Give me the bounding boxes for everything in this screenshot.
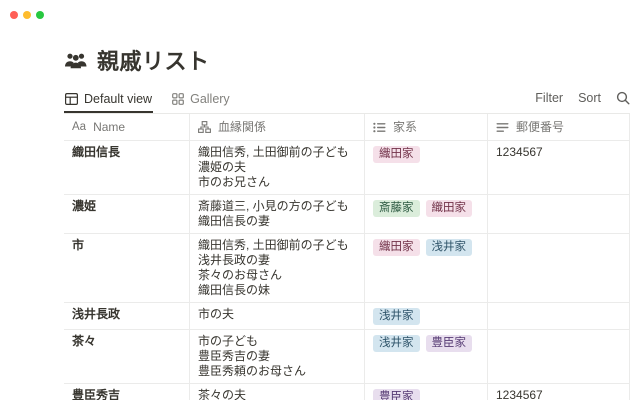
tab-label: Default view	[84, 92, 152, 106]
relation-cell[interactable]: 市の夫	[190, 303, 365, 329]
relation-property-icon	[198, 121, 211, 133]
column-header-family[interactable]: 家系	[365, 114, 488, 140]
relation-line: 茶々のお母さん	[198, 268, 356, 283]
view-tabs: Default view Gallery	[64, 90, 231, 113]
page-title: 親戚リスト	[97, 44, 210, 76]
title-property-icon: Aa	[72, 120, 86, 135]
family-cell[interactable]: 豊臣家	[365, 384, 488, 400]
close-window-button[interactable]	[10, 11, 18, 19]
table-row[interactable]: 浅井長政市の夫 浅井家	[64, 303, 630, 330]
relation-cell[interactable]: 斎藤道三, 小見の方の子ども織田信長の妻	[190, 195, 365, 233]
family-tag[interactable]: 豊臣家	[373, 389, 420, 400]
relation-line: 市の子ども	[198, 334, 356, 349]
relation-cell[interactable]: 茶々の夫	[190, 384, 365, 400]
table-row[interactable]: 市織田信秀, 土田御前の子ども浅井長政の妻茶々のお母さん織田信長の妹織田家浅井家	[64, 234, 630, 303]
name-cell[interactable]: 浅井長政	[64, 303, 190, 329]
zoom-window-button[interactable]	[36, 11, 44, 19]
family-cell[interactable]: 浅井家豊臣家	[365, 330, 488, 383]
postal-cell[interactable]	[488, 303, 630, 329]
family-tag[interactable]: 豊臣家	[426, 335, 473, 352]
minimize-window-button[interactable]	[23, 11, 31, 19]
relation-line: 豊臣秀頼のお母さん	[198, 364, 356, 379]
name-cell[interactable]: 市	[64, 234, 190, 302]
postal-cell[interactable]	[488, 195, 630, 233]
relation-line: 豊臣秀吉の妻	[198, 349, 356, 364]
family-cell[interactable]: 浅井家	[365, 303, 488, 329]
database-table: Aa Name 血縁関係	[64, 114, 630, 400]
table-row[interactable]: 茶々市の子ども豊臣秀吉の妻豊臣秀頼のお母さん浅井家豊臣家	[64, 330, 630, 384]
name-cell[interactable]: 濃姫	[64, 195, 190, 233]
relation-cell[interactable]: 織田信秀, 土田御前の子ども浅井長政の妻茶々のお母さん織田信長の妹	[190, 234, 365, 302]
sort-button[interactable]: Sort	[578, 91, 601, 105]
toolbar-actions: Filter Sort	[535, 91, 630, 113]
table-row[interactable]: 豊臣秀吉茶々の夫 豊臣家 1234567	[64, 384, 630, 400]
tab-default-view[interactable]: Default view	[64, 90, 153, 113]
postal-cell[interactable]	[488, 234, 630, 302]
relation-line: 織田信秀, 土田御前の子ども	[198, 238, 356, 253]
family-tag[interactable]: 浅井家	[373, 308, 420, 325]
view-toolbar: Default view Gallery Filter Sort	[64, 90, 630, 114]
family-tag[interactable]: 斎藤家	[373, 200, 420, 217]
relation-line: 茶々の夫	[198, 388, 356, 400]
page-header: 親戚リスト	[64, 44, 630, 76]
name-cell[interactable]: 茶々	[64, 330, 190, 383]
column-header-postal[interactable]: 郵便番号	[488, 114, 630, 140]
family-cell[interactable]: 斎藤家織田家	[365, 195, 488, 233]
tab-gallery[interactable]: Gallery	[171, 90, 231, 113]
family-cell[interactable]: 織田家	[365, 141, 488, 194]
column-header-relation[interactable]: 血縁関係	[190, 114, 365, 140]
relation-line: 織田信長の妻	[198, 214, 356, 229]
family-tag[interactable]: 織田家	[373, 239, 420, 256]
family-tag[interactable]: 織田家	[426, 200, 473, 217]
people-group-icon	[64, 52, 88, 69]
relation-cell[interactable]: 織田信秀, 土田御前の子ども濃姫の夫市のお兄さん	[190, 141, 365, 194]
postal-cell[interactable]	[488, 330, 630, 383]
family-tag[interactable]: 織田家	[373, 146, 420, 163]
postal-cell[interactable]: 1234567	[488, 384, 630, 400]
column-header-name[interactable]: Aa Name	[64, 114, 190, 140]
relation-line: 斎藤道三, 小見の方の子ども	[198, 199, 356, 214]
family-tag[interactable]: 浅井家	[426, 239, 473, 256]
multi-select-property-icon	[373, 122, 386, 133]
relation-line: 市の夫	[198, 307, 356, 322]
search-icon[interactable]	[616, 91, 630, 105]
name-cell[interactable]: 豊臣秀吉	[64, 384, 190, 400]
relation-line: 織田信秀, 土田御前の子ども	[198, 145, 356, 160]
relation-line: 市のお兄さん	[198, 175, 356, 190]
gallery-view-icon	[172, 93, 184, 105]
table-row[interactable]: 織田信長織田信秀, 土田御前の子ども濃姫の夫市のお兄さん織田家1234567	[64, 141, 630, 195]
table-header-row: Aa Name 血縁関係	[64, 114, 630, 141]
tab-label: Gallery	[190, 92, 230, 106]
relation-cell[interactable]: 市の子ども豊臣秀吉の妻豊臣秀頼のお母さん	[190, 330, 365, 383]
family-cell[interactable]: 織田家浅井家	[365, 234, 488, 302]
name-cell[interactable]: 織田信長	[64, 141, 190, 194]
table-view-icon	[65, 93, 78, 105]
table-row[interactable]: 濃姫斎藤道三, 小見の方の子ども織田信長の妻斎藤家織田家	[64, 195, 630, 234]
text-property-icon	[496, 122, 509, 133]
postal-cell[interactable]: 1234567	[488, 141, 630, 194]
filter-button[interactable]: Filter	[535, 91, 563, 105]
window-titlebar	[0, 0, 640, 28]
relation-line: 織田信長の妹	[198, 283, 356, 298]
relation-line: 濃姫の夫	[198, 160, 356, 175]
family-tag[interactable]: 浅井家	[373, 335, 420, 352]
table-body: 織田信長織田信秀, 土田御前の子ども濃姫の夫市のお兄さん織田家1234567濃姫…	[64, 141, 630, 400]
relation-line: 浅井長政の妻	[198, 253, 356, 268]
